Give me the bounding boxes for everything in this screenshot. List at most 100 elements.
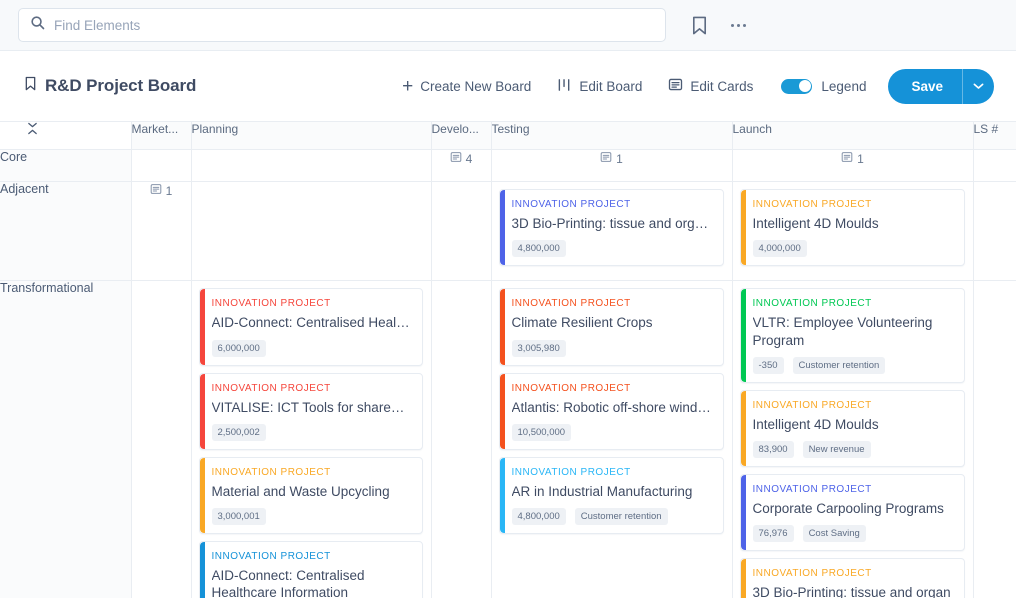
project-card[interactable]: INNOVATION PROJECT Material and Waste Upc… xyxy=(198,456,423,535)
project-card[interactable]: INNOVATION PROJECT AID-Connect: Centralis… xyxy=(198,541,423,598)
card-stack: INNOVATION PROJECT VLTR: Employee Volunte… xyxy=(733,281,973,598)
card-kicker: INNOVATION PROJECT xyxy=(211,298,331,310)
bookmark-icon[interactable] xyxy=(690,15,709,36)
card-count-badge: 1 xyxy=(841,151,864,166)
card-value-chip: 83,900 xyxy=(752,441,794,459)
project-card[interactable]: INNOVATION PROJECT Atlantis: Robotic off-… xyxy=(498,372,724,450)
grid-cell-adjacent-planning[interactable] xyxy=(191,181,432,282)
grid-cell-adjacent-launch[interactable]: INNOVATION PROJECT Intelligent 4D Moulds 4… xyxy=(732,181,974,282)
project-card[interactable]: INNOVATION PROJECT Corporate Carpooling P… xyxy=(739,474,965,552)
row-header-adjacent[interactable]: Adjacent xyxy=(0,181,132,282)
card-tag-chip: Customer retention xyxy=(574,508,668,526)
grid-cell-adjacent-market[interactable]: 1 xyxy=(131,181,192,282)
card-title: 3D Bio-Printing: tissue and organ f... xyxy=(511,216,712,231)
card-list-icon xyxy=(600,151,612,166)
grid-cell-adjacent-ls[interactable] xyxy=(973,181,1016,282)
card-title: Intelligent 4D Moulds xyxy=(752,416,879,432)
card-value-chip: 3,005,980 xyxy=(511,339,566,357)
save-button[interactable]: Save xyxy=(888,69,962,104)
search-input[interactable] xyxy=(54,17,654,33)
row-header-core[interactable]: Core xyxy=(0,149,132,182)
card-value-chip: 4,800,000 xyxy=(511,240,566,258)
card-kicker: INNOVATION PROJECT xyxy=(211,466,331,478)
card-title: VLTR: Employee Volunteering Program xyxy=(752,315,933,348)
columns-icon xyxy=(557,78,572,95)
card-kicker: INNOVATION PROJECT xyxy=(752,484,872,496)
create-new-board-label: Create New Board xyxy=(420,78,532,94)
grid-cell-core-ls[interactable] xyxy=(973,149,1016,182)
card-title: Atlantis: Robotic off-shore wind fa... xyxy=(511,399,712,415)
card-title: AID-Connect: Centralised Healthcare Info… xyxy=(211,568,365,598)
column-header-market[interactable]: Market... xyxy=(131,121,192,150)
top-search-bar xyxy=(0,0,1016,51)
edit-board-button[interactable]: Edit Board xyxy=(557,78,642,95)
card-count-value: 4 xyxy=(465,151,473,166)
card-meta: 3,005,980 xyxy=(511,339,712,357)
card-list-icon xyxy=(150,183,162,198)
card-kicker: INNOVATION PROJECT xyxy=(511,298,631,310)
card-value-chip: 2,500,002 xyxy=(211,423,266,441)
grid-cell-core-launch[interactable]: 1 xyxy=(732,149,974,182)
create-new-board-button[interactable]: + Create New Board xyxy=(402,77,531,96)
edit-cards-button[interactable]: Edit Cards xyxy=(668,77,753,95)
grid-cell-transformational-develop[interactable] xyxy=(431,280,492,598)
row-header-transformational[interactable]: Transformational xyxy=(0,280,132,598)
project-card[interactable]: INNOVATION PROJECT Climate Resilient Crop… xyxy=(498,288,724,366)
grid-cell-adjacent-testing[interactable]: INNOVATION PROJECT 3D Bio-Printing: tissu… xyxy=(491,181,733,282)
project-card[interactable]: INNOVATION PROJECT Intelligent 4D Moulds 4… xyxy=(739,189,965,267)
card-meta: 4,000,000 xyxy=(752,240,953,258)
card-count-badge: 1 xyxy=(150,183,173,198)
grid-cell-core-planning[interactable] xyxy=(191,149,432,182)
project-card[interactable]: INNOVATION PROJECT VITALISE: ICT Tools fo… xyxy=(198,372,423,450)
board-grid-wrapper: Market... Planning Develo... Testing Lau… xyxy=(0,121,1016,598)
card-meta: -350 Customer retention xyxy=(752,356,953,374)
search-icon xyxy=(30,15,45,35)
card-stack: INNOVATION PROJECT Climate Resilient Crop… xyxy=(492,281,732,548)
grid-cell-transformational-planning[interactable]: INNOVATION PROJECT AID-Connect: Centralis… xyxy=(191,280,432,598)
card-tag-chip: Cost Saving xyxy=(802,525,866,543)
grid-corner-cell[interactable] xyxy=(0,121,132,150)
grid-cell-core-testing[interactable]: 1 xyxy=(491,149,733,182)
card-count-badge: 1 xyxy=(600,151,623,166)
grid-cell-transformational-testing[interactable]: INNOVATION PROJECT Climate Resilient Crop… xyxy=(491,280,733,598)
card-kicker: INNOVATION PROJECT xyxy=(511,466,631,478)
card-stack: INNOVATION PROJECT 3D Bio-Printing: tissu… xyxy=(492,182,732,280)
project-card[interactable]: INNOVATION PROJECT 3D Bio-Printing: tissu… xyxy=(498,189,724,267)
card-kicker: INNOVATION PROJECT xyxy=(752,399,872,411)
card-list-icon xyxy=(450,151,462,166)
legend-toggle[interactable]: Legend xyxy=(781,78,866,94)
project-card[interactable]: INNOVATION PROJECT Intelligent 4D Moulds 8… xyxy=(739,389,965,468)
legend-toggle-switch[interactable] xyxy=(781,78,813,94)
grid-cell-core-market[interactable] xyxy=(131,149,192,182)
project-card[interactable]: INNOVATION PROJECT AID-Connect: Centralis… xyxy=(198,288,423,366)
card-value-chip: 10,500,000 xyxy=(511,423,572,441)
grid-cell-transformational-market[interactable] xyxy=(131,280,192,598)
grid-cell-transformational-launch[interactable]: INNOVATION PROJECT VLTR: Employee Volunte… xyxy=(732,280,974,598)
column-header-planning[interactable]: Planning xyxy=(191,121,432,150)
edit-board-label: Edit Board xyxy=(579,78,643,94)
card-meta: 6,000,000 xyxy=(211,339,411,357)
card-value-chip: 6,000,000 xyxy=(211,339,266,357)
grid-cell-core-develop[interactable]: 4 xyxy=(431,149,492,182)
save-dropdown-button[interactable] xyxy=(962,68,994,104)
project-card[interactable]: INNOVATION PROJECT AR in Industrial Manuf… xyxy=(498,456,724,535)
card-stack: INNOVATION PROJECT AID-Connect: Centralis… xyxy=(192,281,431,598)
card-tag-chip: Customer retention xyxy=(792,356,886,374)
search-field-wrapper[interactable] xyxy=(18,8,666,42)
project-card[interactable]: INNOVATION PROJECT VLTR: Employee Volunte… xyxy=(739,288,965,383)
column-header-launch[interactable]: Launch xyxy=(732,121,974,150)
card-value-chip: 4,800,000 xyxy=(511,508,566,526)
grid-cell-transformational-ls[interactable] xyxy=(973,280,1016,598)
ellipsis-icon[interactable] xyxy=(731,23,746,27)
column-header-ls[interactable]: LS # xyxy=(973,121,1016,150)
card-meta: 10,500,000 xyxy=(511,423,712,441)
card-title: Corporate Carpooling Programs xyxy=(752,501,944,517)
project-card[interactable]: INNOVATION PROJECT 3D Bio-Printing: tissu… xyxy=(739,558,965,598)
card-value-chip: -350 xyxy=(752,356,784,374)
column-header-testing[interactable]: Testing xyxy=(491,121,733,150)
card-title: AR in Industrial Manufacturing xyxy=(511,483,693,499)
card-count-value: 1 xyxy=(165,183,173,198)
grid-cell-adjacent-develop[interactable] xyxy=(431,181,492,282)
column-header-develop[interactable]: Develo... xyxy=(431,121,492,150)
page-title-text: R&D Project Board xyxy=(45,76,197,95)
